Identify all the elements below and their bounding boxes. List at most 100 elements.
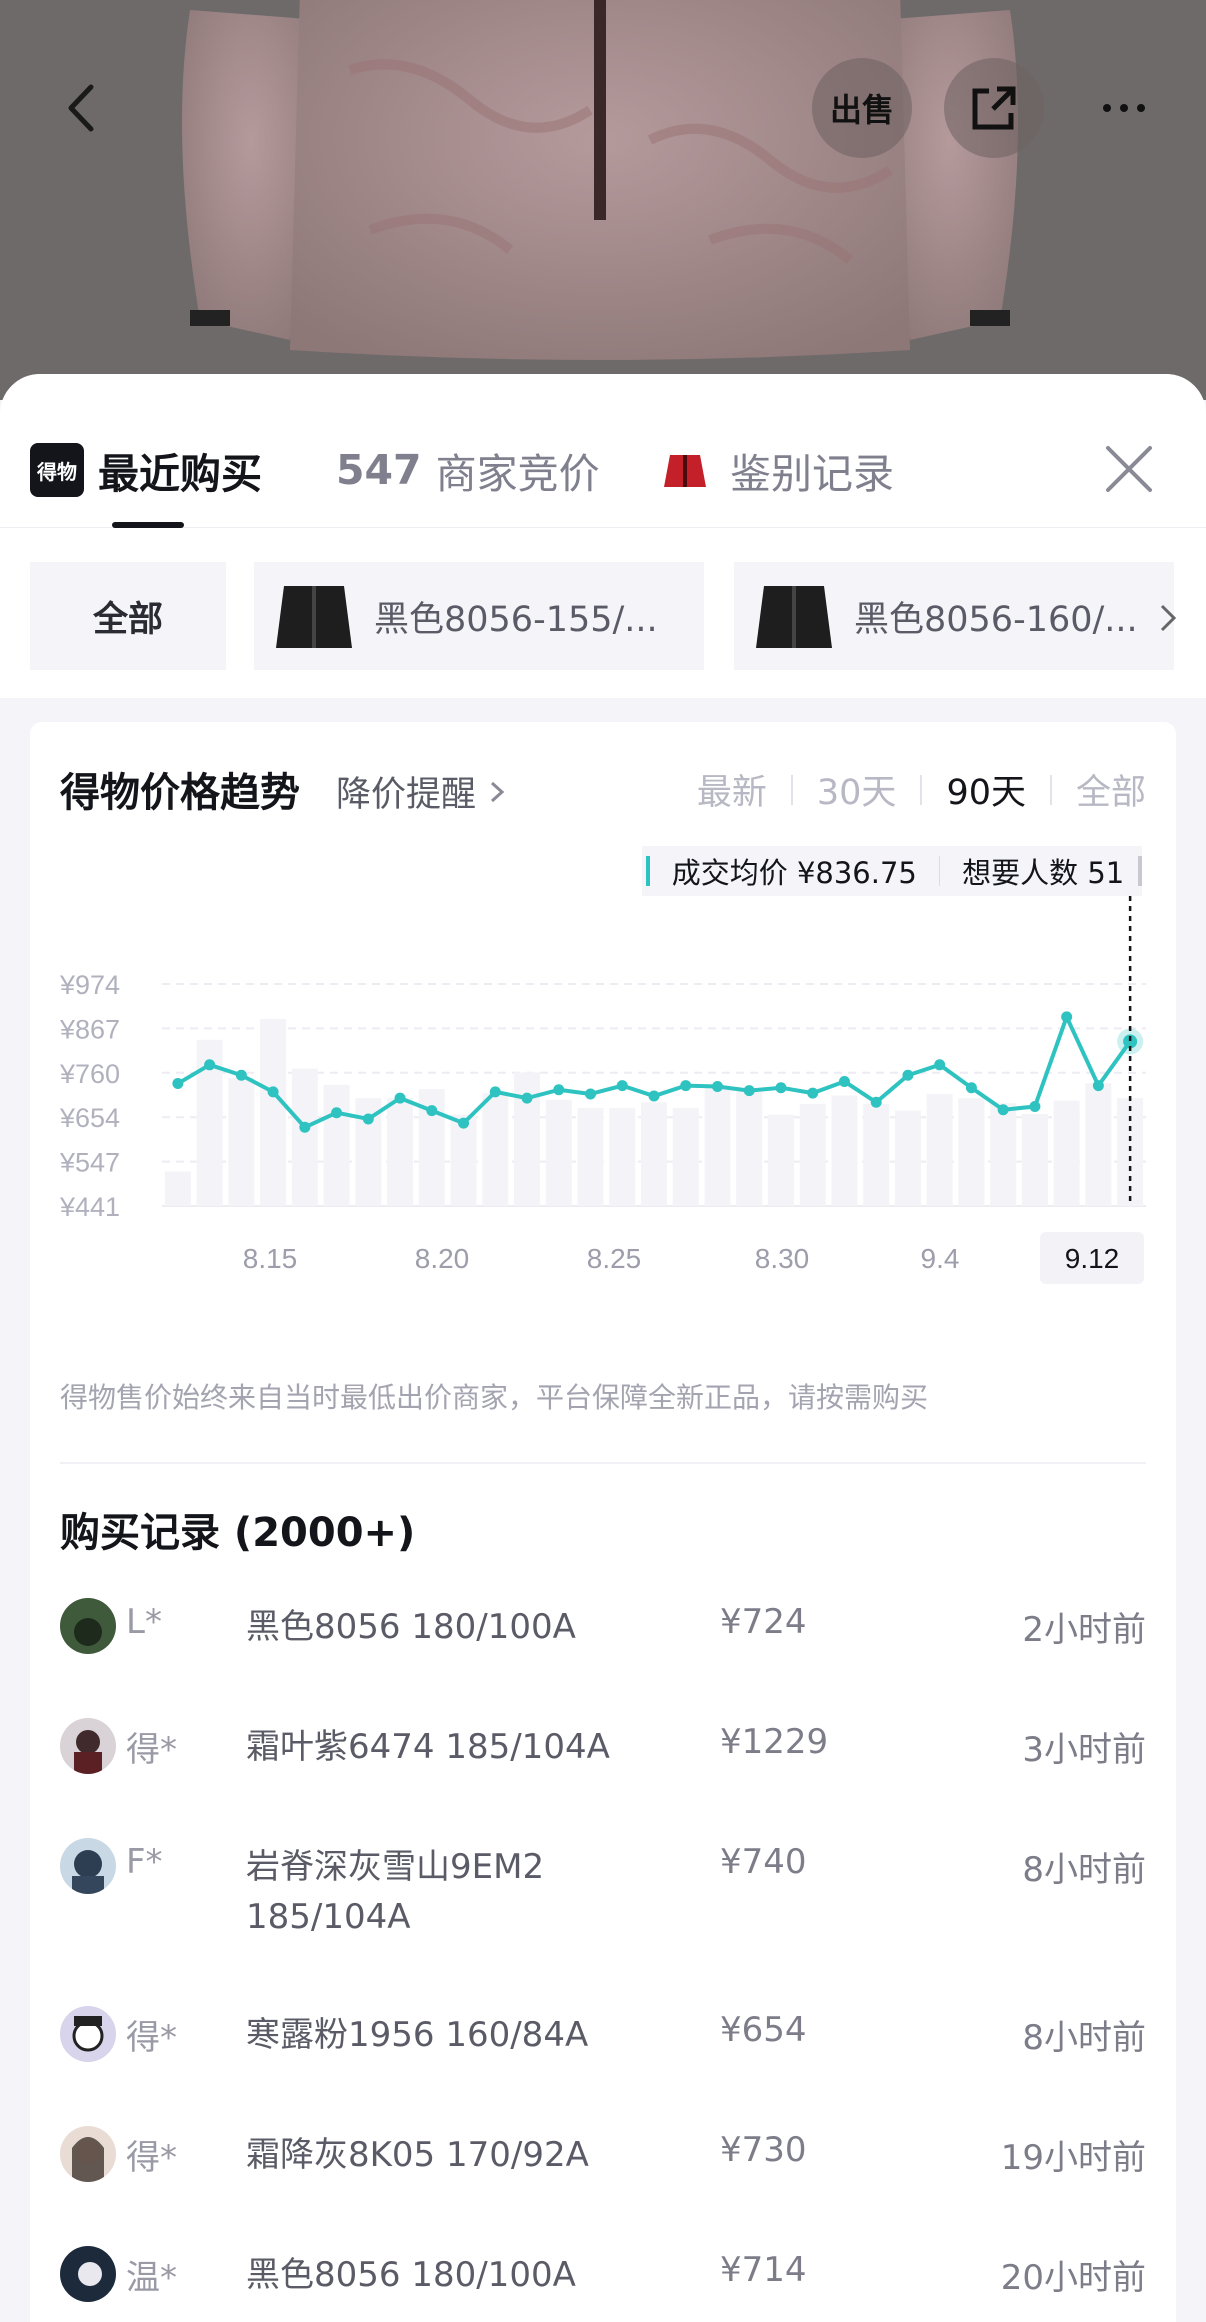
data-point: [585, 1088, 597, 1100]
purchase-time: 8小时前: [1022, 1850, 1146, 1890]
wanted-count: 想要人数 51: [962, 856, 1125, 890]
filter-chip-label: 黑色8056-155/...: [374, 599, 658, 640]
share-icon: [972, 86, 1016, 130]
y-tick-label: ¥654: [59, 1103, 120, 1133]
data-point: [394, 1092, 406, 1104]
avatar: [60, 1838, 116, 1894]
data-point: [680, 1080, 692, 1092]
buyer-name: F*: [126, 1842, 163, 1882]
chart-stats-pill: 成交均价 ¥836.75 想要人数 51: [642, 846, 1142, 896]
sell-icon: 出售: [829, 91, 894, 129]
volume-bar: [894, 1110, 921, 1206]
tab-recent-purchase[interactable]: 得物 最近购买: [30, 434, 262, 506]
volume-bar: [1021, 1113, 1048, 1206]
avatar: [60, 1718, 116, 1774]
x-tick-label: 9.4: [921, 1243, 960, 1274]
buyer-name: 得*: [126, 1730, 177, 1770]
y-tick-label: ¥867: [59, 1014, 120, 1044]
buyer-name: 得*: [126, 2138, 177, 2178]
purchase-spec: 霜叶紫6474 185/104A: [246, 1727, 610, 1767]
data-point: [362, 1113, 374, 1125]
filter-chip[interactable]: 黑色8056-155/...: [254, 562, 704, 670]
buyer-name: 温*: [126, 2258, 177, 2298]
data-point: [204, 1059, 216, 1071]
volume-bar: [640, 1102, 668, 1206]
black-jacket-thumbnail: [276, 586, 352, 648]
buyer-name: 得*: [126, 2018, 177, 2058]
records-list: L* 黑色8056 180/100A ¥724 2小时前 得* 霜叶紫6474 …: [60, 1588, 1146, 2322]
volume-bar: [482, 1093, 509, 1206]
volume-bar: [958, 1098, 985, 1206]
volume-bar: [164, 1171, 191, 1206]
y-tick-label: ¥760: [59, 1059, 120, 1089]
tab-merchant-bids[interactable]: 547 商家竞价: [336, 434, 600, 506]
avg-price: 成交均价 ¥836.75: [671, 856, 917, 890]
volume-bar: [387, 1098, 414, 1206]
product-image-area: 出售: [0, 0, 1206, 400]
red-jacket-icon: [664, 455, 706, 487]
data-point: [521, 1092, 533, 1104]
tab-authentication[interactable]: 鉴别记录: [662, 434, 894, 506]
record-row[interactable]: 得* 霜降灰8K05 170/92A ¥730 19小时前: [60, 2116, 1146, 2236]
record-row[interactable]: 得* 寒露粉1956 160/84A ¥654 8小时前: [60, 1996, 1146, 2116]
accent-bar: [1138, 856, 1142, 886]
volume-bar: [736, 1091, 763, 1206]
purchase-spec: 寒露粉1956 160/84A: [246, 2015, 589, 2055]
avatar: [60, 1598, 116, 1654]
data-point: [807, 1087, 819, 1099]
volume-bar: [1053, 1100, 1080, 1206]
close-icon[interactable]: [1100, 440, 1158, 498]
volume-bar: [291, 1068, 318, 1206]
data-point: [934, 1059, 946, 1071]
purchase-price: ¥714: [720, 2250, 807, 2290]
data-point: [1029, 1100, 1041, 1112]
volume-bar: [545, 1099, 572, 1206]
more-icon: [1103, 104, 1145, 112]
tab-recent-purchase-label: 最近购买: [98, 450, 262, 498]
share-button[interactable]: [944, 58, 1044, 158]
purchase-time: 8小时前: [1022, 2018, 1146, 2058]
filter-all[interactable]: 全部: [30, 562, 226, 670]
data-point: [172, 1078, 184, 1090]
size-filter-bar: 全部 黑色8056-155/... 黑色8056-160/...: [0, 528, 1206, 698]
purchase-spec: 霜降灰8K05 170/92A: [246, 2135, 589, 2175]
more-button[interactable]: [1074, 58, 1174, 158]
price-note: 得物售价始终来自当时最低出价商家，平台保障全新正品，请按需购买: [60, 1381, 929, 1414]
filter-chip[interactable]: 黑色8056-160/...: [734, 562, 1174, 670]
chevron-right-icon[interactable]: [1152, 600, 1184, 636]
volume-bar: [323, 1084, 350, 1206]
data-point: [870, 1096, 882, 1108]
data-point: [267, 1086, 279, 1098]
volume-bar: [260, 1018, 287, 1206]
volume-bar: [831, 1095, 858, 1206]
sell-button[interactable]: 出售: [812, 58, 912, 158]
data-point: [997, 1104, 1009, 1116]
record-row[interactable]: F* 岩脊深灰雪山9EM2 185/104A ¥740 8小时前: [60, 1828, 1146, 1996]
records-title: 购买记录 (2000+): [60, 1510, 416, 1556]
data-point: [775, 1082, 787, 1094]
back-button[interactable]: [34, 58, 134, 158]
data-point: [489, 1086, 501, 1098]
filter-chip-label: 黑色8056-160/...: [854, 599, 1138, 640]
product-image: [182, 0, 1018, 360]
data-point: [838, 1075, 850, 1087]
data-point: [235, 1069, 247, 1081]
record-row[interactable]: 得* 霜叶紫6474 185/104A ¥1229 3小时前: [60, 1708, 1146, 1828]
record-row[interactable]: 温* 黑色8056 180/100A ¥714 20小时前: [60, 2236, 1146, 2322]
divider: [60, 1462, 1146, 1464]
data-point: [648, 1090, 660, 1102]
purchase-price: ¥654: [720, 2010, 807, 2050]
data-point: [616, 1080, 628, 1092]
data-point: [965, 1082, 977, 1094]
volume-bar: [990, 1103, 1017, 1206]
data-point: [1092, 1080, 1104, 1092]
volume-bar: [228, 1078, 255, 1206]
volume-bar: [863, 1103, 890, 1206]
record-row[interactable]: L* 黑色8056 180/100A ¥724 2小时前: [60, 1588, 1146, 1708]
x-tick-label: 8.20: [415, 1243, 470, 1274]
x-tick-label: 8.25: [587, 1243, 642, 1274]
purchase-spec: 黑色8056 180/100A: [246, 1607, 576, 1647]
tab-authentication-label: 鉴别记录: [730, 450, 894, 498]
data-point: [743, 1085, 755, 1097]
purchase-spec: 岩脊深灰雪山9EM2 185/104A: [246, 1847, 545, 1937]
